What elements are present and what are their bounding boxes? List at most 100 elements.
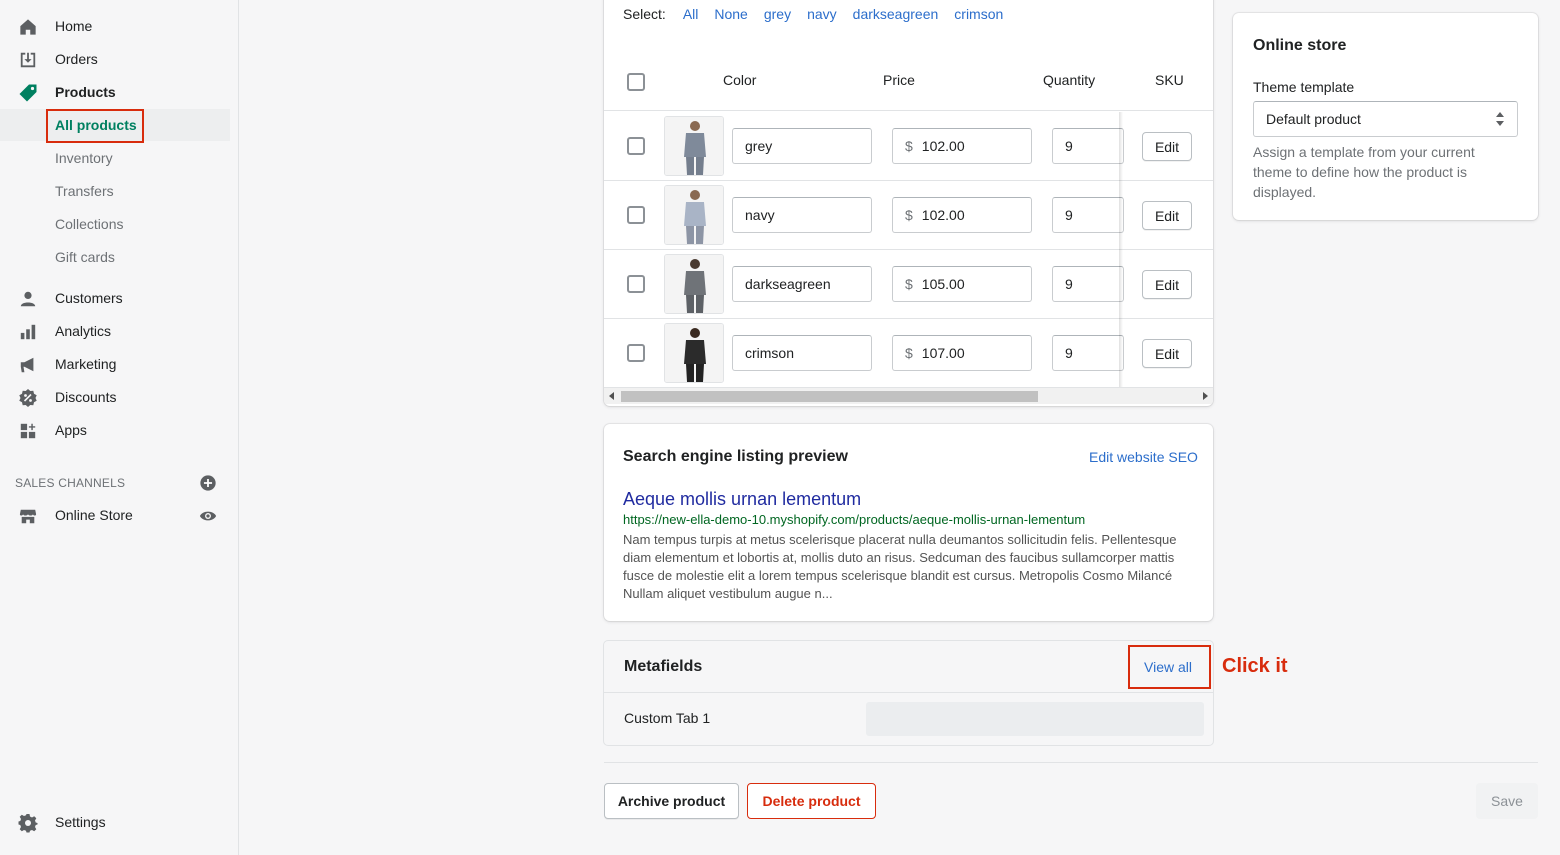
variant-image[interactable]	[664, 254, 724, 314]
add-channel-icon[interactable]	[199, 474, 217, 492]
table-row: darkseagreen $ 105.00 9 Edit	[604, 250, 1213, 319]
variant-price-input[interactable]: $ 105.00	[892, 266, 1032, 302]
variant-color-input[interactable]: darkseagreen	[732, 266, 872, 302]
select-label: Select:	[623, 6, 666, 22]
currency-prefix: $	[905, 276, 913, 292]
seo-card-title: Search engine listing preview	[623, 448, 848, 465]
variant-select-bar: Select: All None grey navy darkseagreen …	[623, 6, 1019, 22]
theme-template-select[interactable]: Default product	[1253, 101, 1518, 137]
scroll-right-arrow-icon[interactable]	[1203, 392, 1208, 400]
variant-image[interactable]	[664, 185, 724, 245]
currency-prefix: $	[905, 345, 913, 361]
bar-chart-icon	[18, 322, 38, 342]
sidebar-item-customers[interactable]: Customers	[0, 282, 230, 314]
variant-image[interactable]	[664, 323, 724, 383]
megaphone-icon	[18, 355, 38, 375]
sidebar-item-products[interactable]: Products	[0, 76, 230, 108]
sidebar-item-label: Settings	[55, 814, 106, 830]
edit-variant-button[interactable]: Edit	[1142, 339, 1192, 368]
select-none-link[interactable]: None	[714, 6, 747, 22]
select-navy-link[interactable]: navy	[807, 6, 837, 22]
select-grey-link[interactable]: grey	[764, 6, 791, 22]
edit-variant-button[interactable]: Edit	[1142, 132, 1192, 161]
seo-page-title: Aeque mollis urnan lementum	[623, 489, 862, 509]
select-all-checkbox[interactable]	[627, 73, 645, 91]
sticky-column-shadow	[1119, 112, 1123, 181]
tag-icon	[18, 83, 38, 103]
seo-preview-card: Search engine listing preview Edit websi…	[604, 424, 1213, 621]
select-darkseagreen-link[interactable]: darkseagreen	[853, 6, 939, 22]
scrollbar-thumb[interactable]	[621, 391, 1038, 402]
variant-price-input[interactable]: $ 107.00	[892, 335, 1032, 371]
variant-image[interactable]	[664, 116, 724, 176]
online-store-title: Online store	[1253, 37, 1347, 54]
sidebar-item-label: Analytics	[55, 323, 112, 339]
variant-color-input[interactable]: grey	[732, 128, 872, 164]
price-value: 102.00	[921, 138, 965, 154]
gear-icon	[18, 813, 38, 833]
variant-color-input[interactable]: navy	[732, 197, 872, 233]
variant-quantity-input[interactable]: 9	[1052, 128, 1124, 164]
highlight-annotation	[46, 109, 144, 143]
variant-price-input[interactable]: $ 102.00	[892, 197, 1032, 233]
horizontal-scrollbar[interactable]	[604, 387, 1213, 404]
edit-website-seo-link[interactable]: Edit website SEO	[1089, 449, 1198, 465]
price-value: 102.00	[921, 207, 965, 223]
sidebar-item-apps[interactable]: Apps	[0, 414, 230, 446]
sidebar-item-gift-cards[interactable]: Gift cards	[46, 241, 230, 273]
variant-price-input[interactable]: $ 102.00	[892, 128, 1032, 164]
sidebar-item-home[interactable]: Home	[0, 10, 230, 42]
sidebar-item-orders[interactable]: Orders	[0, 43, 230, 75]
sidebar-item-analytics[interactable]: Analytics	[0, 315, 230, 347]
sidebar-item-transfers[interactable]: Transfers	[46, 175, 230, 207]
currency-prefix: $	[905, 138, 913, 154]
view-all-highlight-annotation	[1128, 645, 1211, 689]
sticky-column-shadow	[1119, 319, 1123, 388]
variant-quantity-input[interactable]: 9	[1052, 335, 1124, 371]
online-store-card: Online store Theme template Default prod…	[1233, 13, 1538, 220]
select-crimson-link[interactable]: crimson	[954, 6, 1003, 22]
sidebar-item-label: Collections	[55, 216, 124, 232]
archive-product-button[interactable]: Archive product	[604, 783, 739, 819]
seo-page-url: https://new-ella-demo-10.myshopify.com/p…	[623, 512, 1086, 527]
variant-quantity-input[interactable]: 9	[1052, 197, 1124, 233]
sidebar-item-label: Products	[55, 84, 116, 100]
delete-product-button[interactable]: Delete product	[747, 783, 876, 819]
edit-variant-button[interactable]: Edit	[1142, 201, 1192, 230]
sidebar-item-discounts[interactable]: Discounts	[0, 381, 230, 413]
row-checkbox[interactable]	[627, 137, 645, 155]
row-checkbox[interactable]	[627, 206, 645, 224]
variant-color-input[interactable]: crimson	[732, 335, 872, 371]
sidebar-item-collections[interactable]: Collections	[46, 208, 230, 240]
scroll-left-arrow-icon[interactable]	[609, 392, 614, 400]
sidebar-item-inventory[interactable]: Inventory	[46, 142, 230, 174]
table-row: crimson $ 107.00 9 Edit	[604, 319, 1213, 388]
table-row: grey $ 102.00 9 Edit	[604, 112, 1213, 181]
edit-variant-button[interactable]: Edit	[1142, 270, 1192, 299]
sidebar-item-settings[interactable]: Settings	[0, 806, 230, 838]
row-checkbox[interactable]	[627, 344, 645, 362]
row-checkbox[interactable]	[627, 275, 645, 293]
metafield-value-field[interactable]	[866, 702, 1204, 736]
sales-channels-heading: SALES CHANNELS	[15, 476, 126, 490]
sidebar-item-marketing[interactable]: Marketing	[0, 348, 230, 380]
currency-prefix: $	[905, 207, 913, 223]
save-button[interactable]: Save	[1476, 783, 1538, 819]
select-arrows-icon	[1495, 111, 1505, 130]
column-header-sku: SKU	[1155, 72, 1184, 88]
column-header-color: Color	[723, 72, 757, 88]
click-it-annotation: Click it	[1222, 655, 1288, 677]
metafield-label: Custom Tab 1	[624, 710, 711, 726]
sidebar: Home Orders Products All products Invent…	[0, 0, 239, 855]
variants-card: Select: All None grey navy darkseagreen …	[604, 0, 1213, 406]
seo-page-description: Nam tempus turpis at metus scelerisque p…	[623, 532, 1177, 601]
variant-quantity-input[interactable]: 9	[1052, 266, 1124, 302]
select-all-link[interactable]: All	[683, 6, 699, 22]
column-header-quantity: Quantity	[1043, 72, 1096, 88]
sidebar-item-label: Transfers	[55, 183, 114, 199]
sticky-column-shadow	[1119, 250, 1123, 319]
view-store-eye-icon[interactable]	[199, 507, 217, 525]
sidebar-item-label: Discounts	[55, 389, 117, 405]
store-icon	[18, 506, 38, 526]
sidebar-item-online-store[interactable]: Online Store	[0, 499, 230, 531]
